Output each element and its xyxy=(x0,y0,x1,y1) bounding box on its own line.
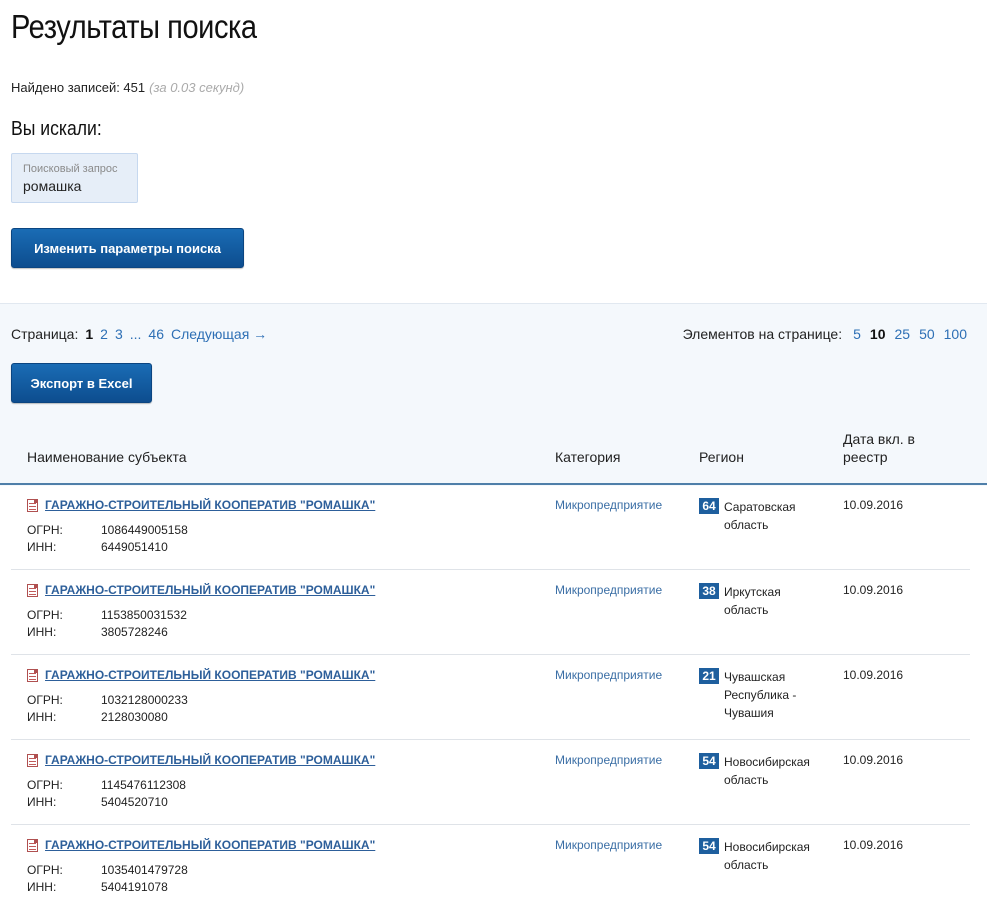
inn-label: ИНН: xyxy=(27,795,57,809)
per-page-25[interactable]: 25 xyxy=(894,326,910,342)
per-page-100[interactable]: 100 xyxy=(944,326,967,342)
column-header-date: Дата вкл. в реестр xyxy=(843,431,915,465)
column-header-category: Категория xyxy=(555,449,621,465)
ogrn-value: 1032128000233 xyxy=(101,693,188,707)
registry-date: 10.09.2016 xyxy=(843,838,904,852)
category-link[interactable]: Микропредприятие xyxy=(555,583,662,597)
inn-label: ИНН: xyxy=(27,710,57,724)
region-code-badge: 21 xyxy=(699,668,719,684)
inn-value: 5404520710 xyxy=(101,795,168,809)
region-code-badge: 54 xyxy=(699,838,719,854)
document-icon xyxy=(27,669,38,682)
inn-label: ИНН: xyxy=(27,625,57,639)
search-time: (за 0.03 секунд) xyxy=(149,80,245,95)
registry-date: 10.09.2016 xyxy=(843,668,904,682)
ogrn-field: ОГРН: 1032128000233 xyxy=(27,693,188,707)
inn-field: ИНН: 6449051410 xyxy=(27,540,168,554)
page-2-link[interactable]: 2 xyxy=(100,326,108,342)
region-name: Новосибирская область xyxy=(724,755,810,787)
page-3-link[interactable]: 3 xyxy=(115,326,123,342)
region-code-badge: 64 xyxy=(699,498,719,514)
category-link[interactable]: Микропредприятие xyxy=(555,668,662,682)
org-name-link[interactable]: ГАРАЖНО-СТРОИТЕЛЬНЫЙ КООПЕРАТИВ "РОМАШКА… xyxy=(45,668,375,682)
page-1-current: 1 xyxy=(85,326,94,342)
region-name: Чувашская Республика - Чувашия xyxy=(724,670,797,720)
inn-value: 3805728246 xyxy=(101,625,168,639)
page-title: Результаты поиска xyxy=(11,8,257,45)
region-name: Новосибирская область xyxy=(724,840,810,872)
searched-heading: Вы искали: xyxy=(11,118,102,140)
registry-date: 10.09.2016 xyxy=(843,583,904,597)
document-icon xyxy=(27,754,38,767)
pagination-label: Страница: xyxy=(11,326,79,342)
table-row: ГАРАЖНО-СТРОИТЕЛЬНЫЙ КООПЕРАТИВ "РОМАШКА… xyxy=(0,825,987,910)
per-page-50[interactable]: 50 xyxy=(919,326,935,342)
table-row: ГАРАЖНО-СТРОИТЕЛЬНЫЙ КООПЕРАТИВ "РОМАШКА… xyxy=(0,485,987,570)
document-icon xyxy=(27,584,38,597)
per-page-label: Элементов на странице: xyxy=(682,326,843,342)
results-count: Найдено записей: 451 (за 0.03 секунд) xyxy=(11,80,244,95)
inn-label: ИНН: xyxy=(27,540,57,554)
inn-field: ИНН: 3805728246 xyxy=(27,625,168,639)
ogrn-label: ОГРН: xyxy=(27,863,63,877)
inn-field: ИНН: 2128030080 xyxy=(27,710,168,724)
table-row: ГАРАЖНО-СТРОИТЕЛЬНЫЙ КООПЕРАТИВ "РОМАШКА… xyxy=(0,740,987,825)
per-page-5[interactable]: 5 xyxy=(853,326,861,342)
ogrn-label: ОГРН: xyxy=(27,608,63,622)
ogrn-label: ОГРН: xyxy=(27,523,63,537)
inn-value: 6449051410 xyxy=(101,540,168,554)
ogrn-value: 1035401479728 xyxy=(101,863,188,877)
region-code-badge: 38 xyxy=(699,583,719,599)
inn-value: 2128030080 xyxy=(101,710,168,724)
pagination-ellipsis: ... xyxy=(129,326,142,342)
ogrn-label: ОГРН: xyxy=(27,778,63,792)
category-link[interactable]: Микропредприятие xyxy=(555,498,662,512)
ogrn-field: ОГРН: 1035401479728 xyxy=(27,863,188,877)
ogrn-field: ОГРН: 1153850031532 xyxy=(27,608,187,622)
org-name-link[interactable]: ГАРАЖНО-СТРОИТЕЛЬНЫЙ КООПЕРАТИВ "РОМАШКА… xyxy=(45,753,375,767)
ogrn-value: 1153850031532 xyxy=(101,608,187,622)
column-header-name: Наименование субъекта xyxy=(27,449,187,465)
region-code-badge: 54 xyxy=(699,753,719,769)
table-row: ГАРАЖНО-СТРОИТЕЛЬНЫЙ КООПЕРАТИВ "РОМАШКА… xyxy=(0,655,987,740)
registry-date: 10.09.2016 xyxy=(843,753,904,767)
registry-date: 10.09.2016 xyxy=(843,498,904,512)
ogrn-label: ОГРН: xyxy=(27,693,63,707)
org-name-link[interactable]: ГАРАЖНО-СТРОИТЕЛЬНЫЙ КООПЕРАТИВ "РОМАШКА… xyxy=(45,583,375,597)
category-link[interactable]: Микропредприятие xyxy=(555,753,662,767)
region-name: Саратовская область xyxy=(724,500,796,532)
column-header-region: Регион xyxy=(699,449,744,465)
change-search-button[interactable]: Изменить параметры поиска xyxy=(11,228,244,268)
export-excel-button[interactable]: Экспорт в Excel xyxy=(11,363,152,403)
query-label: Поисковый запрос xyxy=(23,163,118,175)
ogrn-value: 1086449005158 xyxy=(101,523,188,537)
next-page-link[interactable]: Следующая → xyxy=(171,326,267,342)
pagination: Страница: 1 2 3 ... 46 Следующая → xyxy=(11,326,267,342)
org-name-link[interactable]: ГАРАЖНО-СТРОИТЕЛЬНЫЙ КООПЕРАТИВ "РОМАШКА… xyxy=(45,838,375,852)
org-name-link[interactable]: ГАРАЖНО-СТРОИТЕЛЬНЫЙ КООПЕРАТИВ "РОМАШКА… xyxy=(45,498,375,512)
found-count-label: Найдено записей: 451 xyxy=(11,80,146,95)
ogrn-field: ОГРН: 1145476112308 xyxy=(27,778,186,792)
table-row: ГАРАЖНО-СТРОИТЕЛЬНЫЙ КООПЕРАТИВ "РОМАШКА… xyxy=(0,570,987,655)
region-name: Иркутская область xyxy=(724,585,781,617)
document-icon xyxy=(27,839,38,852)
query-value: ромашка xyxy=(23,178,82,194)
query-summary-box: Поисковый запрос ромашка xyxy=(11,153,138,203)
page-46-link[interactable]: 46 xyxy=(148,326,164,342)
per-page-10-current: 10 xyxy=(869,326,886,342)
category-link[interactable]: Микропредприятие xyxy=(555,838,662,852)
ogrn-value: 1145476112308 xyxy=(101,778,186,792)
ogrn-field: ОГРН: 1086449005158 xyxy=(27,523,188,537)
inn-field: ИНН: 5404520710 xyxy=(27,795,168,809)
document-icon xyxy=(27,499,38,512)
per-page-selector: Элементов на странице: 5 10 25 50 100 xyxy=(683,326,967,342)
